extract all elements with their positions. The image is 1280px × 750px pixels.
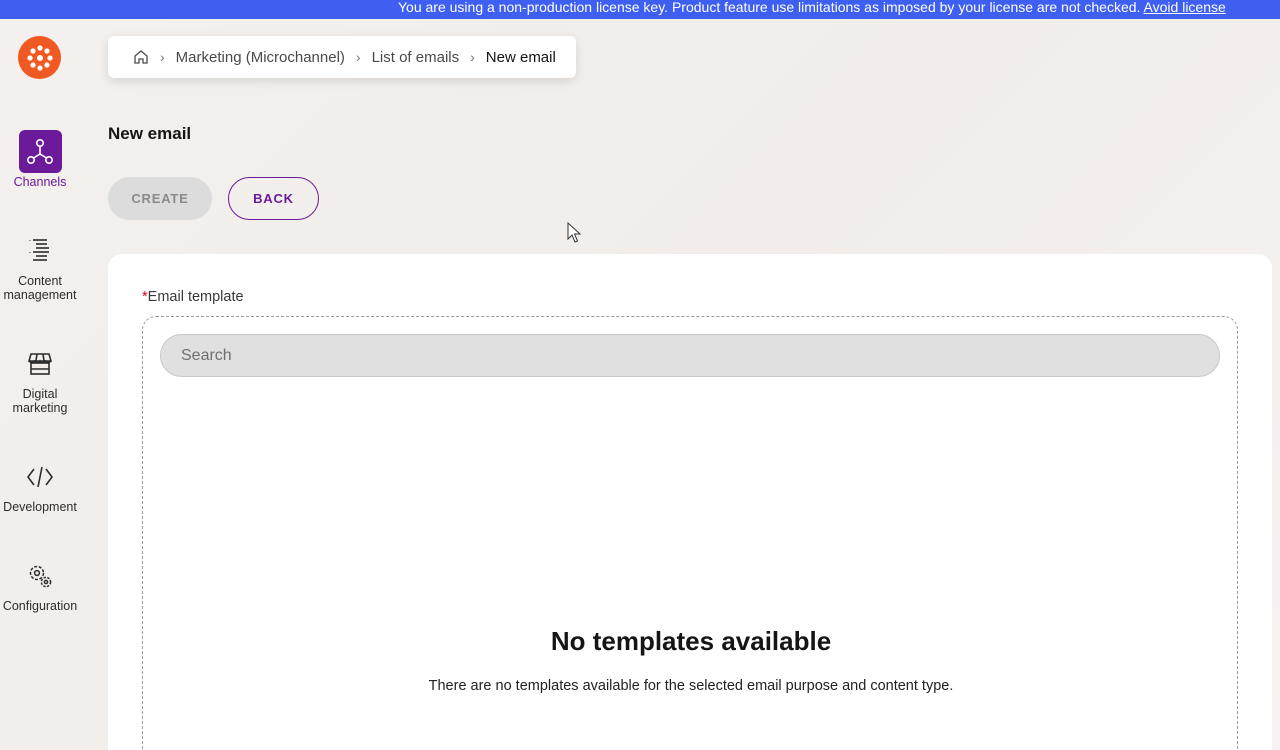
- breadcrumb-current: New email: [485, 48, 556, 66]
- avoid-license-link[interactable]: Avoid license: [1144, 0, 1226, 15]
- breadcrumb: › Marketing (Microchannel) › List of ema…: [108, 36, 576, 78]
- kentico-logo-icon[interactable]: [18, 36, 61, 79]
- sidebar: Channels Content management Digital mark…: [0, 19, 80, 750]
- sidebar-item-label: Development: [3, 500, 77, 514]
- sidebar-item-label: Digital marketing: [12, 387, 68, 415]
- license-banner: You are using a non-production license k…: [0, 0, 1280, 19]
- email-template-label-text: Email template: [147, 289, 244, 305]
- chevron-right-icon: ›: [355, 49, 361, 65]
- page-title: New email: [108, 124, 192, 143]
- sidebar-item-label: Content management: [3, 274, 77, 302]
- sidebar-item-configuration[interactable]: Configuration: [0, 554, 80, 613]
- chevron-right-icon: ›: [160, 49, 165, 65]
- mouse-cursor-icon: [567, 222, 582, 243]
- channels-icon: [18, 130, 62, 173]
- sidebar-item-label: Channels: [13, 175, 67, 189]
- gears-icon: [19, 554, 62, 597]
- sidebar-item-label: Configuration: [2, 599, 78, 613]
- template-selector: No templates available There are no temp…: [142, 316, 1238, 750]
- create-button[interactable]: CREATE: [108, 177, 212, 220]
- sidebar-item-development[interactable]: Development: [0, 455, 80, 514]
- email-template-label: *Email template: [142, 289, 244, 305]
- store-icon: [19, 342, 62, 385]
- breadcrumb-item-list-of-emails[interactable]: List of emails: [372, 49, 460, 66]
- empty-state-description: There are no templates available for the…: [428, 678, 954, 694]
- license-message: You are using a non-production license k…: [398, 0, 1144, 15]
- sidebar-item-digital-marketing[interactable]: Digital marketing: [0, 342, 80, 415]
- chevron-right-icon: ›: [470, 49, 475, 65]
- empty-state-title: No templates available: [550, 626, 832, 656]
- home-icon[interactable]: [133, 49, 149, 65]
- sidebar-item-content-management[interactable]: Content management: [0, 229, 80, 302]
- sidebar-item-channels[interactable]: Channels: [0, 130, 80, 189]
- back-button[interactable]: BACK: [228, 177, 319, 220]
- search-input[interactable]: [160, 334, 1220, 377]
- breadcrumb-item-marketing[interactable]: Marketing (Microchannel): [176, 49, 345, 66]
- email-template-card: *Email template No templates available T…: [108, 254, 1272, 750]
- code-icon: [19, 455, 62, 498]
- content-management-icon: [19, 229, 62, 272]
